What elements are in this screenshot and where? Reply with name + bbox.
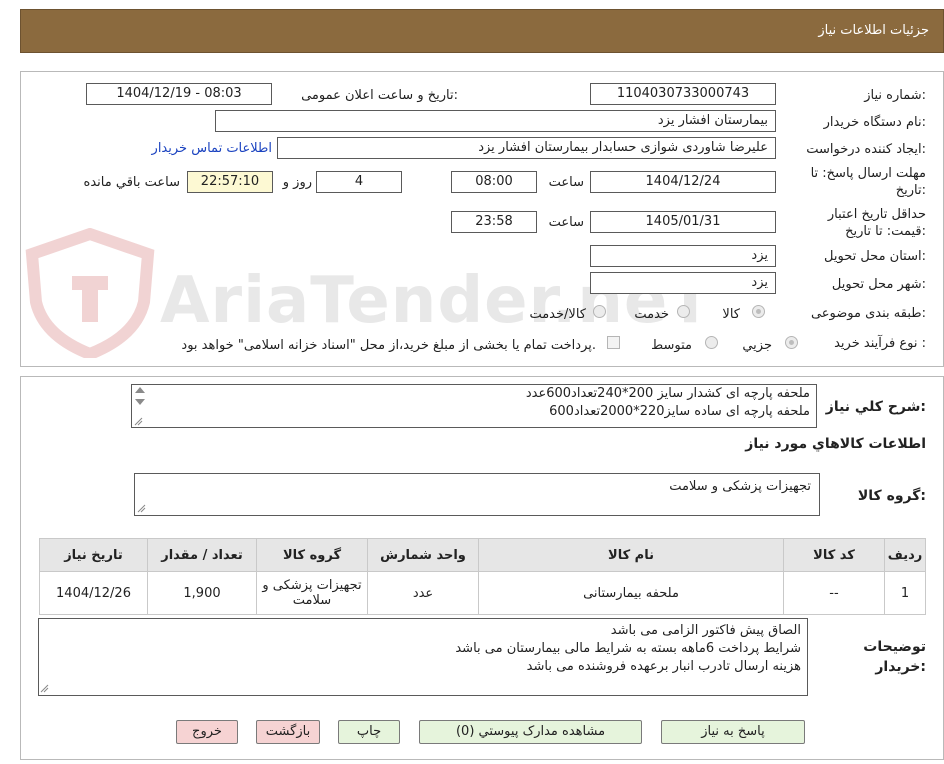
treasury-checkbox[interactable] <box>607 336 620 349</box>
cell-qty: 1,900 <box>147 571 257 615</box>
send-time-field: 08:00 <box>451 171 537 193</box>
need-number-field: 1104030733000743 <box>590 83 776 105</box>
table-row: 1 -- ملحفه بیمارستانی عدد تجهیزات پزشکی … <box>39 571 926 615</box>
purchase-medium-radio[interactable] <box>705 336 718 349</box>
purchase-type-label: نوع فرآیند خرید : <box>834 336 926 351</box>
summary-line-1: ملحفه پارچه ای کشدار سایز 200*240تعداد60… <box>525 386 810 401</box>
purchase-medium-label: متوسط <box>651 338 692 353</box>
buyer-contact-link[interactable]: اطلاعات تماس خریدار <box>152 141 272 156</box>
th-code: کد کالا <box>783 538 885 572</box>
need-number-label: شماره نیاز: <box>864 88 926 103</box>
group-resize-grip-icon[interactable] <box>137 504 146 513</box>
summary-resize-grip-icon[interactable] <box>134 417 143 426</box>
th-qty: تعداد / مقدار <box>147 538 257 572</box>
purchase-note: پرداخت تمام یا بخشی از مبلغ خرید،از محل … <box>181 338 596 353</box>
category-goods-label: کالا <box>722 307 740 322</box>
summary-scroll-up-icon[interactable] <box>135 387 145 393</box>
summary-line-2: ملحفه پارچه ای ساده سایز220*2000تعداد600 <box>549 404 810 419</box>
category-both-label: کالا/خدمت <box>529 307 586 322</box>
purchase-minor-label: جزیي <box>742 338 772 353</box>
th-unit: واحد شمارش <box>367 538 479 572</box>
creator-label: ایجاد کننده درخواست: <box>806 142 926 157</box>
validity-label: حداقل تاریخ اعتبار قیمت: تا تاریخ: <box>827 207 926 239</box>
notes-resize-grip-icon[interactable] <box>40 684 49 693</box>
page-title: جزئیات اطلاعات نیاز <box>818 23 929 38</box>
th-date: تاریخ نیاز <box>39 538 148 572</box>
city-field: یزد <box>590 272 776 294</box>
view-attachments-button[interactable]: مشاهده مدارک پیوستي (0) <box>419 720 642 744</box>
notes-line-2: شرایط پرداخت 6ماهه بسته به شرایط مالی بی… <box>455 641 801 656</box>
send-deadline-label: مهلت ارسال پاسخ: تا تاریخ: <box>810 166 926 198</box>
goods-group-label: گروه کالا: <box>857 488 926 504</box>
purchase-minor-radio[interactable] <box>785 336 798 349</box>
summary-label: شرح کلي نياز: <box>825 399 926 415</box>
print-button[interactable]: چاپ <box>338 720 400 744</box>
category-service-radio[interactable] <box>677 305 690 318</box>
th-group: گروه کالا <box>256 538 368 572</box>
province-field: یزد <box>590 245 776 267</box>
validity-time-label: ساعت <box>548 215 584 230</box>
announce-label: تاریخ و ساعت اعلان عمومی: <box>301 88 458 103</box>
days-field: 4 <box>316 171 402 193</box>
summary-textarea: ملحفه پارچه ای کشدار سایز 200*240تعداد60… <box>131 384 817 428</box>
category-service-label: خدمت <box>634 307 669 322</box>
goods-group-textarea: تجهیزات پزشکی و سلامت <box>134 473 820 516</box>
remaining-label: ساعت باقي مانده <box>83 175 180 190</box>
watermark: AriaTender.neT <box>20 228 712 358</box>
buyer-notes-label: توضیحات خریدار: <box>863 639 926 675</box>
cell-row: 1 <box>884 571 926 615</box>
category-label: طبقه بندی موضوعی: <box>810 306 926 321</box>
validity-time-field: 23:58 <box>451 211 537 233</box>
countdown-timer: 22:57:10 <box>187 171 273 193</box>
send-date-field: 1404/12/24 <box>590 171 776 193</box>
notes-line-1: الصاق پیش فاکتور الزامی می باشد <box>610 623 801 638</box>
page-header: جزئیات اطلاعات نیاز <box>20 9 944 53</box>
goods-table: ردیف کد کالا نام کالا واحد شمارش گروه کا… <box>39 538 926 615</box>
buyer-org-label: نام دستگاه خریدار: <box>823 115 926 130</box>
cell-unit: عدد <box>367 571 479 615</box>
buyer-org-field: بیمارستان افشار یزد <box>215 110 776 132</box>
exit-button[interactable]: خروج <box>176 720 238 744</box>
announce-field: 1404/12/19 - 08:03 <box>86 83 272 105</box>
reply-button[interactable]: پاسخ به نياز <box>661 720 805 744</box>
creator-field: علیرضا شاوردی شوازی حسابدار بیمارستان اف… <box>277 137 776 159</box>
goods-section-title: اطلاعات کالاهاي مورد نياز <box>745 436 926 452</box>
category-goods-radio[interactable] <box>752 305 765 318</box>
summary-scroll-down-icon[interactable] <box>135 399 145 405</box>
buyer-notes-textarea: الصاق پیش فاکتور الزامی می باشد شرایط پر… <box>38 618 808 696</box>
cell-code: -- <box>783 571 885 615</box>
watermark-shield-icon <box>25 228 155 358</box>
validity-date-field: 1405/01/31 <box>590 211 776 233</box>
cell-name: ملحفه بیمارستانی <box>478 571 784 615</box>
cell-group: تجهیزات پزشکی و سلامت <box>256 571 368 615</box>
notes-line-3: هزینه ارسال تادرب انبار برعهده فروشنده م… <box>526 659 801 674</box>
goods-table-header: ردیف کد کالا نام کالا واحد شمارش گروه کا… <box>39 538 926 572</box>
category-both-radio[interactable] <box>593 305 606 318</box>
goods-group-value: تجهیزات پزشکی و سلامت <box>669 479 811 494</box>
city-label: شهر محل تحویل: <box>831 277 926 292</box>
province-label: استان محل تحویل: <box>824 249 926 264</box>
cell-date: 1404/12/26 <box>39 571 148 615</box>
days-label: روز و <box>282 175 312 190</box>
back-button[interactable]: بازگشت <box>256 720 320 744</box>
th-row: ردیف <box>884 538 926 572</box>
send-time-label: ساعت <box>548 175 584 190</box>
th-name: نام کالا <box>478 538 784 572</box>
